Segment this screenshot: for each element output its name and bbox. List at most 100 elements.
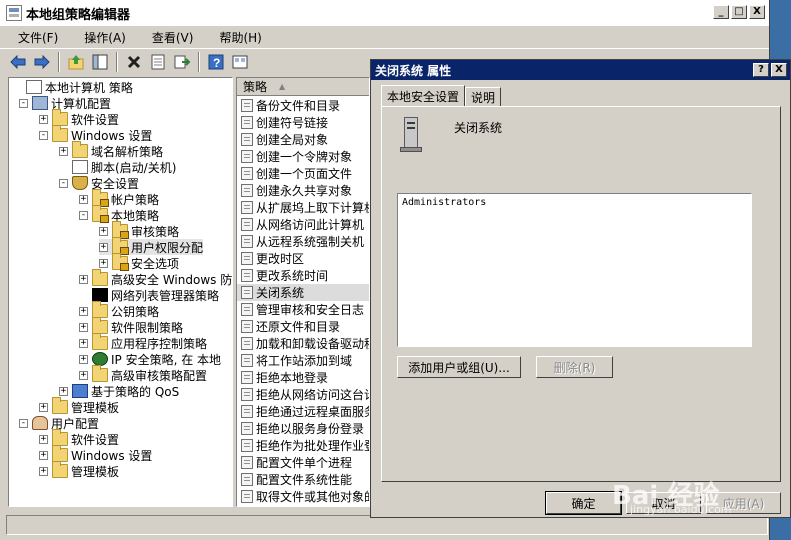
account-item[interactable]: Administrators	[402, 197, 747, 208]
expand-icon[interactable]: +	[39, 450, 48, 460]
menu-action[interactable]: 操作(A)	[66, 29, 134, 46]
policy-row[interactable]: 更改时区	[241, 250, 304, 267]
minimize-button[interactable]: _	[713, 5, 729, 19]
properties-icon[interactable]	[148, 52, 168, 72]
expand-icon[interactable]: +	[79, 306, 88, 316]
view-icon[interactable]	[230, 52, 250, 72]
tree-node[interactable]: + 软件设置	[39, 109, 119, 127]
close-button[interactable]: X	[749, 5, 765, 19]
show-tree-icon[interactable]	[90, 52, 110, 72]
policy-row[interactable]: 拒绝以服务身份登录	[241, 420, 364, 437]
tree-node-label: 高级审核策略配置	[111, 368, 208, 383]
tree-node[interactable]: 本地计算机 策略	[13, 79, 133, 95]
policy-row[interactable]: 拒绝作为批处理作业登录	[241, 437, 369, 454]
policy-label: 创建一个页面文件	[256, 167, 353, 181]
expand-icon[interactable]: +	[79, 194, 88, 204]
menu-view[interactable]: 查看(V)	[134, 29, 202, 46]
ok-button[interactable]: 确定	[545, 491, 622, 515]
tree-node[interactable]: - Windows 设置	[39, 125, 152, 143]
tree-node[interactable]: + 帐户策略	[79, 189, 159, 207]
policy-row[interactable]: 拒绝通过远程桌面服务登录	[241, 403, 369, 420]
expand-icon[interactable]: +	[59, 386, 68, 396]
dialog-help-button[interactable]: ?	[753, 63, 769, 77]
tree-node[interactable]: - 计算机配置	[19, 95, 111, 111]
dialog-close-button[interactable]: X	[771, 63, 787, 77]
accounts-listbox[interactable]: Administrators	[397, 193, 752, 347]
policy-label: 取得文件或其他对象的所有权	[256, 490, 369, 504]
policy-row[interactable]: 创建一个页面文件	[241, 165, 352, 182]
policy-row[interactable]: 更改系统时间	[241, 267, 328, 284]
remove-button[interactable]: 删除(R)	[536, 356, 613, 378]
collapse-icon[interactable]: -	[79, 210, 88, 220]
tree-node[interactable]: + 公钥策略	[79, 301, 159, 319]
console-tree[interactable]: 本地计算机 策略 - 计算机配置 + 软件设置 - Windows 设置 + 域名解析策略 脚本(…	[8, 77, 233, 507]
collapse-icon[interactable]: -	[39, 130, 48, 140]
policy-row[interactable]: 从远程系统强制关机	[241, 233, 364, 250]
expand-icon[interactable]: +	[79, 274, 88, 284]
policy-row[interactable]: 从扩展坞上取下计算机	[241, 199, 369, 216]
export-icon[interactable]	[172, 52, 192, 72]
expand-icon[interactable]: +	[59, 146, 68, 156]
policy-row[interactable]: 创建全局对象	[241, 131, 328, 148]
tree-node[interactable]: + 软件设置	[39, 429, 119, 447]
policy-row[interactable]: 管理审核和安全日志	[241, 301, 364, 318]
maximize-button[interactable]: □	[731, 5, 747, 19]
policy-row[interactable]: 将工作站添加到域	[241, 352, 352, 369]
policy-icon	[241, 371, 253, 384]
policy-row[interactable]: 拒绝从网络访问这台计算机	[241, 386, 369, 403]
policy-row[interactable]: 拒绝本地登录	[241, 369, 328, 386]
help-icon[interactable]: ?	[206, 52, 226, 72]
policy-row[interactable]: 还原文件和目录	[241, 318, 340, 335]
policy-row[interactable]: 取得文件或其他对象的所有权	[241, 488, 369, 505]
tab-local-security-setting[interactable]: 本地安全设置	[381, 85, 466, 106]
expand-icon[interactable]: +	[79, 354, 88, 364]
tree-node[interactable]: + 安全选项	[99, 253, 179, 271]
policy-row[interactable]: 关闭系统	[237, 284, 369, 301]
policy-row[interactable]: 创建一个令牌对象	[241, 148, 352, 165]
expand-icon[interactable]: +	[39, 466, 48, 476]
delete-icon[interactable]	[124, 52, 144, 72]
expand-icon[interactable]: +	[99, 242, 108, 252]
tree-node[interactable]: + 基于策略的 QoS	[59, 383, 179, 399]
tree-node[interactable]: + 管理模板	[39, 397, 119, 415]
policy-row[interactable]: 备份文件和目录	[241, 97, 340, 114]
expand-icon[interactable]: +	[79, 338, 88, 348]
expand-icon[interactable]: +	[79, 322, 88, 332]
policy-row[interactable]: 创建符号链接	[241, 114, 328, 131]
collapse-icon[interactable]: -	[59, 178, 68, 188]
expand-icon[interactable]: +	[99, 258, 108, 268]
tree-node[interactable]: + 高级安全 Windows 防火	[79, 269, 232, 287]
policy-icon	[241, 150, 253, 163]
tree-node[interactable]: + 管理模板	[39, 461, 119, 479]
policy-row[interactable]: 配置文件单个进程	[241, 454, 352, 471]
up-icon[interactable]	[66, 52, 86, 72]
tree-node[interactable]: + 高级审核策略配置	[79, 365, 208, 383]
column-header-policy[interactable]: 策略 ▲	[237, 78, 369, 96]
tree-node[interactable]: + 应用程序控制策略	[79, 333, 207, 351]
policy-row[interactable]: 配置文件系统性能	[241, 471, 352, 488]
policy-icon	[241, 201, 253, 214]
menu-help[interactable]: 帮助(H)	[201, 29, 269, 46]
expand-icon[interactable]: +	[99, 226, 108, 236]
back-icon[interactable]	[8, 52, 28, 72]
add-user-or-group-button[interactable]: 添加用户或组(U)...	[397, 356, 521, 378]
menu-file[interactable]: 文件(F)	[0, 29, 66, 46]
expand-icon[interactable]: +	[39, 402, 48, 412]
tree-node[interactable]: + 域名解析策略	[59, 141, 163, 159]
dialog-title: 关闭系统 属性	[375, 63, 452, 78]
tree-node[interactable]: + 审核策略	[99, 221, 179, 239]
policy-row[interactable]: 从网络访问此计算机	[241, 216, 364, 233]
policy-row[interactable]: 绕过遍历检查	[241, 505, 328, 506]
expand-icon[interactable]: +	[39, 114, 48, 124]
forward-icon[interactable]	[32, 52, 52, 72]
policy-row[interactable]: 创建永久共享对象	[241, 182, 352, 199]
tree-node[interactable]: 脚本(启动/关机)	[59, 159, 176, 175]
collapse-icon[interactable]: -	[19, 98, 28, 108]
policy-list[interactable]: 策略 ▲ 备份文件和目录 创建符号链接 创建全局对象 创建一个令牌对象创建一个页面文件…	[236, 77, 370, 507]
collapse-icon[interactable]: -	[19, 418, 28, 428]
policy-icon	[241, 167, 253, 180]
tab-explain[interactable]: 说明	[465, 87, 502, 106]
expand-icon[interactable]: +	[79, 370, 88, 380]
expand-icon[interactable]: +	[39, 434, 48, 444]
policy-row[interactable]: 加载和卸载设备驱动程序	[241, 335, 369, 352]
